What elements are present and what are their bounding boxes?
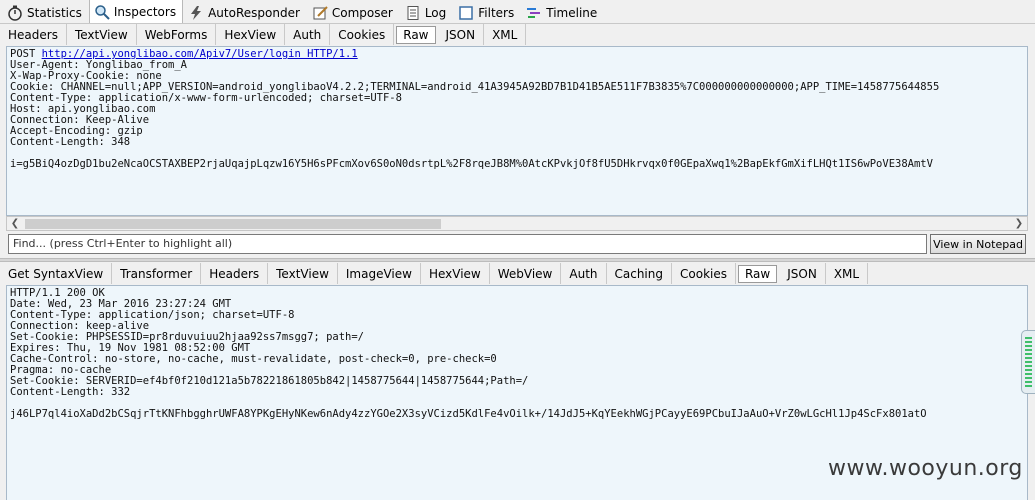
response-tab-auth[interactable]: Auth [561, 263, 607, 284]
response-tab-json[interactable]: JSON [779, 263, 826, 284]
scroll-left-arrow-icon[interactable]: ❮ [7, 217, 23, 230]
inspector-top-tabbar: Statistics Inspectors AutoResponder Comp… [0, 0, 1035, 24]
request-tab-cookies[interactable]: Cookies [330, 24, 395, 45]
tab-autoresponder[interactable]: AutoResponder [183, 1, 307, 23]
view-in-notepad-button[interactable]: View in Notepad [930, 234, 1026, 254]
request-tab-hexview[interactable]: HexView [216, 24, 286, 45]
response-tab-raw[interactable]: Raw [737, 265, 778, 283]
response-tabbar: Get SyntaxView Transformer Headers TextV… [0, 263, 1035, 284]
tab-filters[interactable]: Filters [453, 1, 521, 23]
request-tab-headers[interactable]: Headers [0, 24, 67, 45]
response-tab-hexview[interactable]: HexView [421, 263, 490, 284]
scroll-right-arrow-icon[interactable]: ❯ [1011, 217, 1027, 230]
tab-label: Composer [331, 5, 393, 20]
tab-composer[interactable]: Composer [307, 1, 400, 23]
request-tabbar: Headers TextView WebForms HexView Auth C… [0, 24, 1035, 45]
request-horizontal-scrollbar[interactable]: ❮ ❯ [6, 216, 1028, 231]
tab-label: AutoResponder [208, 5, 300, 20]
response-tab-webview[interactable]: WebView [490, 263, 562, 284]
request-body: i=g5BiQ4ozDgD1bu2eNcaOCSTAXBEP2rjaUqajpL… [10, 158, 933, 170]
response-tab-textview[interactable]: TextView [268, 263, 338, 284]
lightning-icon [188, 5, 204, 21]
response-body: j46LP7ql4ioXaDd2bCSqjrTtKNFhbgghrUWFA8YP… [10, 408, 927, 420]
request-header-line: Content-Length: 348 [10, 136, 131, 148]
request-tab-auth[interactable]: Auth [285, 24, 331, 45]
watermark: www.wooyun.org [828, 456, 1023, 481]
stopwatch-icon [7, 5, 23, 21]
request-tab-raw[interactable]: Raw [396, 26, 436, 44]
request-raw-text[interactable]: POST http://api.yonglibao.com/Apiv7/User… [6, 46, 1028, 216]
tab-label: Log [424, 5, 447, 20]
magnifier-icon [94, 4, 110, 20]
request-tab-json[interactable]: JSON [438, 24, 485, 45]
tab-label: Statistics [27, 5, 82, 20]
request-tab-webforms[interactable]: WebForms [137, 24, 217, 45]
response-tab-caching[interactable]: Caching [607, 263, 672, 284]
timeline-icon [526, 5, 542, 21]
log-icon [405, 5, 421, 21]
response-tab-get-syntaxview[interactable]: Get SyntaxView [0, 263, 113, 284]
tab-log[interactable]: Log [400, 1, 453, 23]
request-tab-textview[interactable]: TextView [67, 24, 137, 45]
response-tab-headers[interactable]: Headers [201, 263, 269, 284]
pane-splitter[interactable] [0, 258, 1035, 262]
side-meter-widget[interactable] [1021, 330, 1035, 394]
tab-label: Filters [478, 5, 515, 20]
response-tab-cookies[interactable]: Cookies [672, 263, 736, 284]
meter-bars [1025, 337, 1032, 389]
tab-label: Inspectors [113, 4, 177, 19]
composer-icon [312, 5, 328, 21]
scrollbar-thumb[interactable] [25, 219, 441, 229]
find-input[interactable]: Find... (press Ctrl+Enter to highlight a… [8, 234, 927, 254]
response-line: Content-Length: 332 [10, 386, 131, 398]
tab-timeline[interactable]: Timeline [521, 1, 604, 23]
tab-inspectors[interactable]: Inspectors [88, 0, 184, 23]
checkbox-icon [458, 5, 474, 21]
response-tab-transformer[interactable]: Transformer [112, 263, 202, 284]
tab-label: Timeline [546, 5, 598, 20]
tab-statistics[interactable]: Statistics [2, 1, 89, 23]
response-tab-xml[interactable]: XML [826, 263, 869, 284]
request-tab-xml[interactable]: XML [484, 24, 527, 45]
response-tab-imageview[interactable]: ImageView [338, 263, 421, 284]
